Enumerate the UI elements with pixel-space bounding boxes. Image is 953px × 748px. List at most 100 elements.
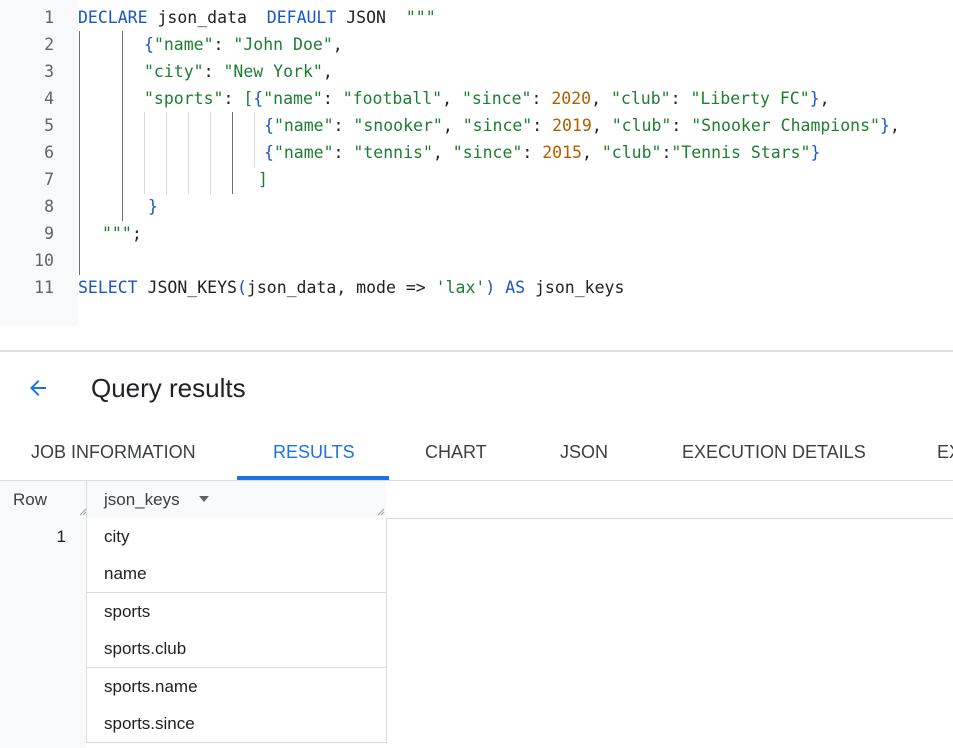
code-token: , [591, 89, 611, 108]
arrow-back-icon[interactable] [26, 376, 50, 400]
table-cell[interactable]: sports [86, 593, 387, 631]
code-token: "name" [273, 143, 334, 162]
code-line[interactable]: 7] [0, 166, 953, 193]
code-token: "football" [342, 89, 443, 108]
code-token: 'lax' [435, 278, 486, 297]
code-token: 2019 [552, 116, 592, 135]
code-token: , [432, 143, 453, 162]
row-number-column: 1 [0, 518, 86, 748]
resize-handle-icon[interactable] [377, 508, 385, 516]
code-token: "name" [263, 89, 323, 108]
code-token: "since" [461, 89, 532, 108]
panel-divider[interactable] [0, 350, 953, 352]
code-token: DECLARE [78, 8, 148, 27]
code-token: } [148, 197, 158, 216]
code-text: {"name": "tennis", "since": 2015, "club"… [264, 139, 820, 166]
code-token: : [661, 143, 672, 162]
code-token: "snooker" [353, 116, 443, 135]
table-cell[interactable]: sports.name [86, 668, 387, 706]
code-token: ; [131, 224, 142, 243]
table-cell[interactable]: name [86, 555, 387, 593]
tab-chart[interactable]: CHART [425, 426, 487, 478]
code-token: "John Doe" [233, 35, 333, 54]
resize-handle-icon[interactable] [79, 508, 87, 516]
cell-value: sports.name [104, 677, 198, 696]
code-token: "name" [273, 116, 334, 135]
code-token: : [223, 89, 244, 108]
sql-editor[interactable]: 1 DECLARE json_data DEFAULT JSON """ 2 {"na… [0, 0, 953, 326]
code-line[interactable]: 11 SELECT JSON_KEYS(json_data, mode => 'l… [0, 274, 953, 301]
code-line[interactable]: 3 "city": "New York", [0, 58, 953, 85]
code-token: json_keys [525, 278, 625, 297]
code-token: : [322, 89, 343, 108]
code-token: """ [405, 8, 436, 27]
code-line[interactable]: 5 {"name": "snooker", "since": 2019, "clu… [0, 112, 953, 139]
line-number: 2 [44, 35, 54, 54]
line-number: 10 [34, 251, 54, 270]
code-text: } [148, 193, 158, 220]
line-number: 3 [44, 62, 54, 81]
code-line[interactable]: 8} [0, 193, 953, 220]
line-number: 5 [44, 116, 54, 135]
table-cell[interactable]: city [86, 518, 387, 556]
arrow-drop-down-icon[interactable] [199, 496, 209, 502]
table-cell[interactable]: sports.club [86, 630, 387, 668]
code-token: "name" [153, 35, 214, 54]
code-token: "Tennis Stars" [671, 143, 811, 162]
code-token: "tennis" [353, 143, 433, 162]
code-token: ) [485, 278, 496, 297]
code-line[interactable]: 2 {"name": "John Doe", [0, 31, 953, 58]
code-token: , [591, 116, 612, 135]
code-token: "city" [144, 62, 204, 81]
code-line[interactable]: 9 """; [0, 220, 953, 247]
code-token: : [333, 116, 354, 135]
code-token: DEFAULT [266, 8, 337, 27]
tab-execution-details[interactable]: EXECUTION DETAILS [682, 426, 866, 478]
code-token: """ [102, 224, 132, 243]
code-line[interactable]: 6 {"name": "tennis", "since": 2015, "club… [0, 139, 953, 166]
line-number: 1 [44, 8, 54, 27]
code-token: : [333, 143, 354, 162]
code-line[interactable]: 1 DECLARE json_data DEFAULT JSON """ [0, 4, 953, 31]
code-text: {"name": "snooker", "since": 2019, "club… [264, 112, 900, 139]
line-number: 7 [44, 170, 54, 189]
tab-json[interactable]: JSON [560, 426, 608, 478]
code-token: : [522, 143, 543, 162]
code-token: JSON_KEYS [137, 278, 237, 297]
cell-value: city [104, 527, 130, 546]
code-token: "club" [611, 116, 672, 135]
tab-ex-truncated[interactable]: EX [937, 426, 953, 478]
code-token: : [531, 89, 552, 108]
code-token: , [581, 143, 602, 162]
tab-results[interactable]: RESULTS [273, 426, 355, 478]
row-header: Row [0, 481, 86, 519]
row-number: 1 [56, 527, 66, 546]
code-token: { [264, 143, 274, 162]
cell-value: name [104, 564, 147, 583]
code-text: """; [102, 220, 142, 247]
code-text: "city": "New York", [144, 58, 333, 85]
tab-job-information[interactable]: JOB INFORMATION [31, 426, 196, 478]
column-header-json-keys[interactable]: json_keys [79, 481, 387, 519]
table-header-filler [386, 481, 953, 519]
code-text: "sports": [{"name": "football", "since":… [144, 85, 830, 112]
code-token: [ [243, 89, 254, 108]
code-token: { [253, 89, 264, 108]
code-token: ] [258, 170, 268, 189]
cell-value: sports [104, 602, 151, 621]
cell-value: sports.since [104, 714, 195, 733]
line-number: 8 [44, 197, 54, 216]
code-token: , [442, 116, 463, 135]
code-token: SELECT [78, 278, 138, 297]
code-token: "Snooker Champions" [691, 116, 880, 135]
line-number: 4 [44, 89, 54, 108]
code-token: 2020 [551, 89, 592, 108]
code-line[interactable]: 4 "sports": [{"name": "football", "since"… [0, 85, 953, 112]
code-token: , [819, 89, 830, 108]
table-cell[interactable]: sports.since [86, 705, 387, 743]
code-line[interactable]: 10 [0, 247, 953, 274]
results-tabs: JOB INFORMATION RESULTS CHART JSON EXECU… [0, 426, 953, 481]
code-token: } [810, 143, 821, 162]
code-token: json_data, mode => [246, 278, 436, 297]
